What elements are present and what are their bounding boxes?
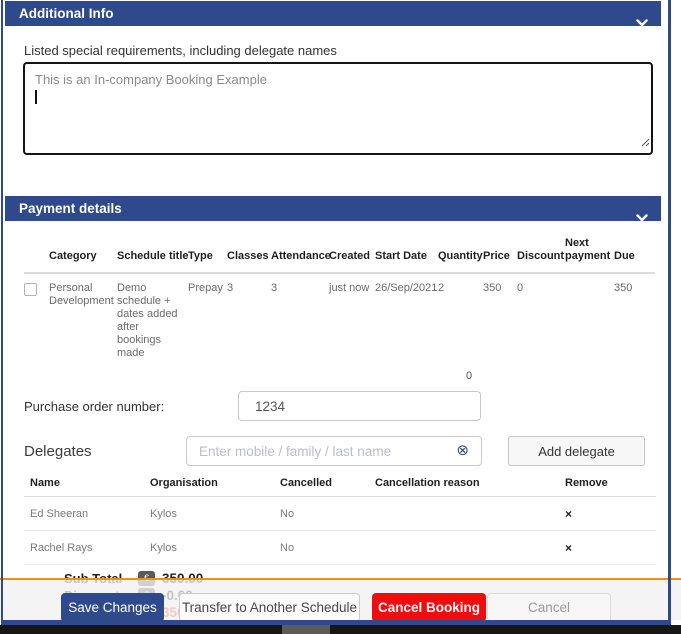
scrollbar-thumb[interactable] [282, 625, 330, 634]
add-delegate-button[interactable]: Add delegate [508, 436, 645, 466]
category-column-header: Category [49, 233, 117, 273]
quantity-column-header: Quantity [438, 233, 483, 273]
delegate-row: Ed Sheeran Kylos No × [24, 497, 656, 531]
quantity-cell: 2 [438, 273, 483, 368]
payment-table: Category Schedule title Type Classes Att… [24, 233, 655, 368]
remove-column-header: Remove [565, 471, 656, 497]
delegate-search: ⊗ [186, 436, 482, 466]
next-payment-column-header: Next payment [565, 233, 614, 273]
delegate-cancelled: No [280, 531, 375, 565]
delegate-name: Rachel Rays [24, 531, 150, 565]
classes-column-header: Classes [227, 233, 271, 273]
remove-delegate-button[interactable]: × [565, 507, 572, 521]
created-column-header: Created [329, 233, 375, 273]
price-cell: 350 [483, 273, 517, 368]
payment-row-checkbox[interactable] [24, 283, 37, 296]
start-date-column-header: Start Date [375, 233, 438, 273]
schedule-title-column-header: Schedule title [117, 233, 188, 273]
chevron-down-icon[interactable] [636, 205, 648, 230]
save-changes-button[interactable]: Save Changes [61, 593, 164, 622]
delegate-search-input[interactable] [186, 436, 482, 466]
next-payment-cell [565, 273, 614, 368]
modal-border-left [1, 0, 3, 625]
transfer-schedule-button[interactable]: Transfer to Another Schedule [179, 593, 360, 622]
text-caret [35, 90, 37, 104]
below-table-total: 0 [466, 370, 661, 382]
delegate-cancelled: No [280, 497, 375, 531]
horizontal-scrollbar[interactable] [0, 625, 681, 634]
resize-handle-icon[interactable] [641, 134, 650, 152]
booking-modal: Additional Info Listed special requireme… [5, 0, 661, 621]
cancellation-reason-column-header: Cancellation reason [375, 471, 565, 497]
delegate-row: Rachel Rays Kylos No × [24, 531, 656, 565]
cancel-booking-button[interactable]: Cancel Booking [372, 593, 486, 622]
delegate-organisation: Kylos [150, 497, 280, 531]
payment-table-header-row: Category Schedule title Type Classes Att… [24, 233, 655, 273]
created-cell: just now [329, 273, 375, 368]
type-cell: Prepay [188, 273, 227, 368]
price-column-header: Price [483, 233, 517, 273]
delegate-name: Ed Sheeran [24, 497, 150, 531]
delegate-cancellation-reason [375, 531, 565, 565]
delegates-label: Delegates [24, 443, 186, 460]
cancelled-column-header: Cancelled [280, 471, 375, 497]
start-date-cell: 26/Sep/2021 [375, 273, 438, 368]
payment-table-row: Personal Development Demo schedule + dat… [24, 273, 655, 368]
delegates-table-header-row: Name Organisation Cancelled Cancellation… [24, 471, 656, 497]
due-cell: 350 [614, 273, 655, 368]
schedule-title-cell: Demo schedule + dates added after bookin… [117, 273, 188, 368]
organisation-column-header: Organisation [150, 471, 280, 497]
category-cell: Personal Development [49, 273, 117, 368]
modal-border-right [668, 0, 671, 625]
additional-info-header[interactable]: Additional Info [5, 1, 661, 26]
discount-column-header: Discount [517, 233, 565, 273]
clear-search-icon[interactable]: ⊗ [456, 442, 469, 460]
attendance-column-header: Attendance [271, 233, 329, 273]
requirements-label: Listed special requirements, including d… [24, 43, 661, 58]
cancel-button[interactable]: Cancel [487, 593, 611, 622]
delegate-organisation: Kylos [150, 531, 280, 565]
due-column-header: Due [614, 233, 655, 273]
footer-action-bar: Save Changes Transfer to Another Schedul… [0, 578, 681, 620]
purchase-order-input[interactable] [238, 391, 481, 421]
select-column-header [24, 233, 49, 273]
delegate-cancellation-reason [375, 497, 565, 531]
remove-delegate-button[interactable]: × [565, 541, 572, 555]
purchase-order-label: Purchase order number: [24, 399, 238, 414]
textarea-text: This is an In-company Booking Example [35, 71, 641, 88]
chevron-down-icon[interactable] [636, 10, 648, 35]
additional-info-title: Additional Info [19, 6, 113, 21]
name-column-header: Name [24, 471, 150, 497]
classes-cell: 3 [227, 273, 271, 368]
special-requirements-textarea[interactable]: This is an In-company Booking Example [23, 62, 653, 155]
type-column-header: Type [188, 233, 227, 273]
delegates-table: Name Organisation Cancelled Cancellation… [24, 471, 656, 565]
discount-cell: 0 [517, 273, 565, 368]
payment-details-title: Payment details [19, 201, 122, 216]
payment-details-header[interactable]: Payment details [5, 196, 661, 221]
attendance-cell: 3 [271, 273, 329, 368]
